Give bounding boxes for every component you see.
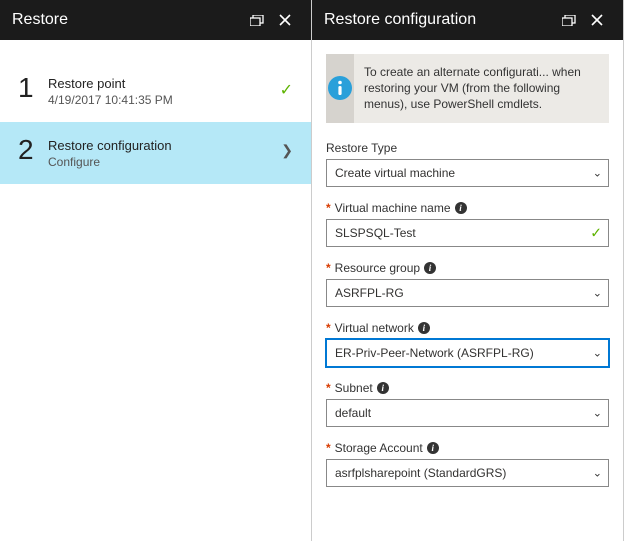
step-restore-point[interactable]: 1 Restore point 4/19/2017 10:41:35 PM ✓: [0, 60, 311, 122]
field-subnet: * Subnet i default ⌄: [326, 381, 609, 427]
info-text: To create an alternate configurati... wh…: [354, 54, 609, 123]
vm-name-input[interactable]: SLSPSQL-Test ✓: [326, 219, 609, 247]
restore-header: Restore: [0, 0, 311, 40]
step-subtitle: 4/19/2017 10:41:35 PM: [48, 93, 280, 107]
step-subtitle: Configure: [48, 155, 281, 169]
info-box: To create an alternate configurati... wh…: [326, 54, 609, 123]
step-number: 1: [18, 74, 48, 102]
restore-config-body: To create an alternate configurati... wh…: [312, 40, 623, 541]
info-icon[interactable]: i: [427, 442, 439, 454]
restore-blade: Restore 1 Restore point 4/19/2017 10:41:…: [0, 0, 312, 541]
chevron-down-icon: ⌄: [593, 466, 602, 479]
virtual-network-value: ER-Priv-Peer-Network (ASRFPL-RG): [335, 346, 534, 360]
restore-config-blade: Restore configuration To create an alter…: [312, 0, 624, 541]
info-icon: [326, 54, 354, 123]
step-title: Restore point: [48, 76, 280, 91]
info-icon[interactable]: i: [455, 202, 467, 214]
required-indicator: *: [326, 201, 331, 215]
field-storage-account: * Storage Account i asrfplsharepoint (St…: [326, 441, 609, 487]
chevron-right-icon: ❯: [281, 142, 293, 159]
restore-type-select[interactable]: Create virtual machine ⌄: [326, 159, 609, 187]
subnet-select[interactable]: default ⌄: [326, 399, 609, 427]
field-vm-name: * Virtual machine name i SLSPSQL-Test ✓: [326, 201, 609, 247]
restore-body: 1 Restore point 4/19/2017 10:41:35 PM ✓ …: [0, 40, 311, 541]
config-close-icon[interactable]: [583, 14, 611, 26]
step-restore-configuration[interactable]: 2 Restore configuration Configure ❯: [0, 122, 311, 184]
field-resource-group: * Resource group i ASRFPL-RG ⌄: [326, 261, 609, 307]
required-indicator: *: [326, 321, 331, 335]
resource-group-value: ASRFPL-RG: [335, 286, 404, 300]
restore-restoredown-icon[interactable]: [243, 15, 271, 26]
storage-account-select[interactable]: asrfplsharepoint (StandardGRS) ⌄: [326, 459, 609, 487]
required-indicator: *: [326, 381, 331, 395]
restore-config-header: Restore configuration: [312, 0, 623, 40]
field-virtual-network: * Virtual network i ER-Priv-Peer-Network…: [326, 321, 609, 367]
chevron-down-icon: ⌄: [593, 346, 602, 359]
restore-config-title: Restore configuration: [324, 11, 555, 29]
virtual-network-select[interactable]: ER-Priv-Peer-Network (ASRFPL-RG) ⌄: [326, 339, 609, 367]
chevron-down-icon: ⌄: [593, 406, 602, 419]
restore-title: Restore: [12, 11, 243, 29]
chevron-down-icon: ⌄: [593, 286, 602, 299]
restore-type-value: Create virtual machine: [335, 166, 455, 180]
info-icon[interactable]: i: [424, 262, 436, 274]
info-icon[interactable]: i: [418, 322, 430, 334]
field-restore-type: Restore Type Create virtual machine ⌄: [326, 141, 609, 187]
resource-group-select[interactable]: ASRFPL-RG ⌄: [326, 279, 609, 307]
chevron-down-icon: ⌄: [593, 166, 602, 179]
step-number: 2: [18, 136, 48, 164]
config-restoredown-icon[interactable]: [555, 15, 583, 26]
vm-name-label: * Virtual machine name i: [326, 201, 609, 215]
valid-check-icon: ✓: [590, 224, 602, 241]
virtual-network-label: * Virtual network i: [326, 321, 609, 335]
resource-group-label: * Resource group i: [326, 261, 609, 275]
storage-account-label: * Storage Account i: [326, 441, 609, 455]
subnet-value: default: [335, 406, 371, 420]
restore-type-label: Restore Type: [326, 141, 609, 155]
required-indicator: *: [326, 261, 331, 275]
step-title: Restore configuration: [48, 138, 281, 153]
check-icon: ✓: [280, 80, 293, 100]
restore-close-icon[interactable]: [271, 14, 299, 26]
required-indicator: *: [326, 441, 331, 455]
storage-account-value: asrfplsharepoint (StandardGRS): [335, 466, 506, 480]
info-icon[interactable]: i: [377, 382, 389, 394]
vm-name-value: SLSPSQL-Test: [335, 226, 416, 240]
subnet-label: * Subnet i: [326, 381, 609, 395]
